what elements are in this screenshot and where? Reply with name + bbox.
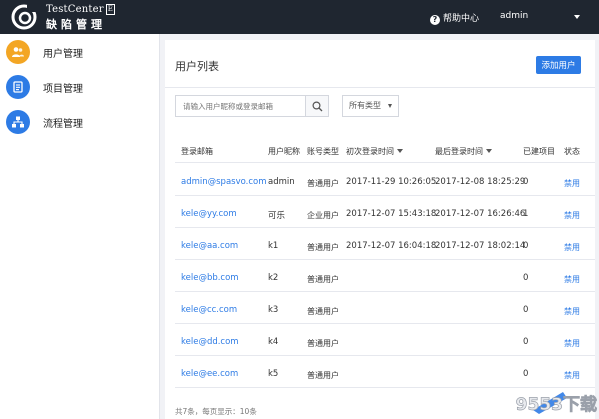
table-row-projects: 0 (523, 273, 529, 283)
account-type-select[interactable]: 所有类型 (342, 95, 399, 117)
sort-desc-icon (397, 149, 403, 153)
table-row-email[interactable]: kele@yy.com (181, 209, 237, 219)
disable-user-button[interactable]: 禁用 (564, 178, 580, 189)
column-header-first-login[interactable]: 初次登录时间 (346, 146, 403, 157)
sidebar-item-project-management[interactable]: 项目管理 (6, 75, 83, 99)
disable-user-button[interactable]: 禁用 (564, 338, 580, 349)
table-divider (175, 195, 595, 196)
sidebar-item-label: 流程管理 (43, 118, 83, 130)
testcenter-logo-icon (11, 4, 37, 30)
table-row-email[interactable]: kele@cc.com (181, 305, 237, 315)
table-divider (175, 355, 595, 356)
table-row-nickname: admin (268, 177, 295, 187)
workflow-icon (6, 110, 30, 134)
table-divider (175, 162, 595, 163)
main-content: 用户列表 添加用户 所有类型 登录邮箱 用户昵称 账号类型 初次登录时间 最后登… (161, 34, 599, 419)
sidebar: 用户管理 项目管理 流程管理 (0, 34, 160, 419)
table-row-nickname: k4 (268, 337, 279, 347)
table-row-last-login: 2017-12-07 18:02:14 (435, 241, 526, 251)
watermark-logo-icon: 9553下载 (515, 392, 597, 415)
table-row-first-login: 2017-11-29 10:26:05 (346, 177, 437, 187)
table-row-type: 普通用户 (307, 339, 339, 348)
table-row-type: 普通用户 (307, 371, 339, 380)
column-header-email: 登录邮箱 (181, 147, 213, 156)
table-row-first-login: 2017-12-07 16:04:18 (346, 241, 437, 251)
users-icon (6, 40, 30, 64)
table-row-type: 普通用户 (307, 243, 339, 252)
add-user-button[interactable]: 添加用户 (536, 56, 581, 74)
brand-name-en: TestCenter (46, 4, 104, 15)
table-row-projects: 0 (523, 241, 529, 251)
table-row-type: 企业用户 (307, 211, 339, 220)
pagination-info: 共7条，每页显示：10条 (175, 407, 257, 416)
column-header-nickname: 用户昵称 (268, 147, 300, 156)
disable-user-button[interactable]: 禁用 (564, 210, 580, 221)
table-row-projects: 1 (523, 209, 529, 219)
sidebar-item-label: 用户管理 (43, 48, 83, 60)
sidebar-item-workflow-management[interactable]: 流程管理 (6, 110, 83, 134)
search-button[interactable] (305, 95, 329, 117)
page-title: 用户列表 (175, 60, 219, 73)
account-type-select-value: 所有类型 (349, 101, 381, 110)
table-row-type: 普通用户 (307, 307, 339, 316)
table-row-projects: 0 (523, 305, 529, 315)
disable-user-button[interactable]: 禁用 (564, 242, 580, 253)
question-circle-icon: ? (430, 15, 440, 25)
table-row-first-login: 2017-12-07 15:43:18 (346, 209, 437, 219)
sidebar-item-user-management[interactable]: 用户管理 (6, 40, 83, 64)
table-row-projects: 0 (523, 337, 529, 347)
brand-edition-badge: E (105, 4, 116, 15)
watermark-text: 9553下载 (516, 394, 597, 415)
chevron-down-icon[interactable] (574, 15, 580, 19)
table-row-email[interactable]: kele@aa.com (181, 241, 238, 251)
help-center-link[interactable]: ? 帮助中心 (430, 11, 479, 25)
user-list-panel: 用户列表 添加用户 所有类型 登录邮箱 用户昵称 账号类型 初次登录时间 最后登… (165, 40, 595, 419)
table-row-last-login: 2017-12-07 16:26:46 (435, 209, 526, 219)
table-row-nickname: k2 (268, 273, 279, 283)
table-divider (175, 259, 595, 260)
table-row-last-login: 2017-12-08 18:25:29 (435, 177, 526, 187)
column-header-last-login[interactable]: 最后登录时间 (435, 146, 492, 157)
table-row-nickname: k3 (268, 305, 279, 315)
brand-name-cn: 缺陷管理 (46, 18, 106, 31)
search-input[interactable] (175, 95, 305, 117)
search-icon (311, 100, 322, 111)
table-row-email[interactable]: kele@bb.com (181, 273, 239, 283)
table-row-nickname: 可乐 (268, 211, 286, 221)
table-divider (175, 291, 595, 292)
table-row-email[interactable]: kele@dd.com (181, 337, 239, 347)
help-center-label: 帮助中心 (443, 14, 480, 24)
top-navigation-bar: TestCenter E 缺陷管理 ? 帮助中心 admin (0, 0, 599, 34)
column-header-projects: 已建项目 (523, 147, 555, 156)
table-divider (175, 323, 595, 324)
list-doc-icon (6, 75, 30, 99)
table-divider (175, 227, 595, 228)
sort-desc-icon (486, 149, 492, 153)
disable-user-button[interactable]: 禁用 (564, 274, 580, 285)
table-row-email[interactable]: admin@spasvo.com (181, 177, 267, 187)
table-row-email[interactable]: kele@ee.com (181, 369, 238, 379)
column-header-account-type: 账号类型 (307, 147, 339, 156)
brand: TestCenter E 缺陷管理 (46, 4, 116, 32)
divider (165, 87, 595, 88)
table-row-projects: 0 (523, 177, 529, 187)
table-row-nickname: k1 (268, 241, 279, 251)
table-row-type: 普通用户 (307, 179, 339, 188)
table-row-type: 普通用户 (307, 275, 339, 284)
disable-user-button[interactable]: 禁用 (564, 306, 580, 317)
sidebar-item-label: 项目管理 (43, 83, 83, 95)
chevron-down-icon (388, 104, 392, 108)
user-menu[interactable]: admin (500, 11, 528, 21)
disable-user-button[interactable]: 禁用 (564, 370, 580, 381)
table-row-nickname: k5 (268, 369, 279, 379)
table-row-projects: 0 (523, 369, 529, 379)
column-header-status: 状态 (564, 147, 580, 156)
